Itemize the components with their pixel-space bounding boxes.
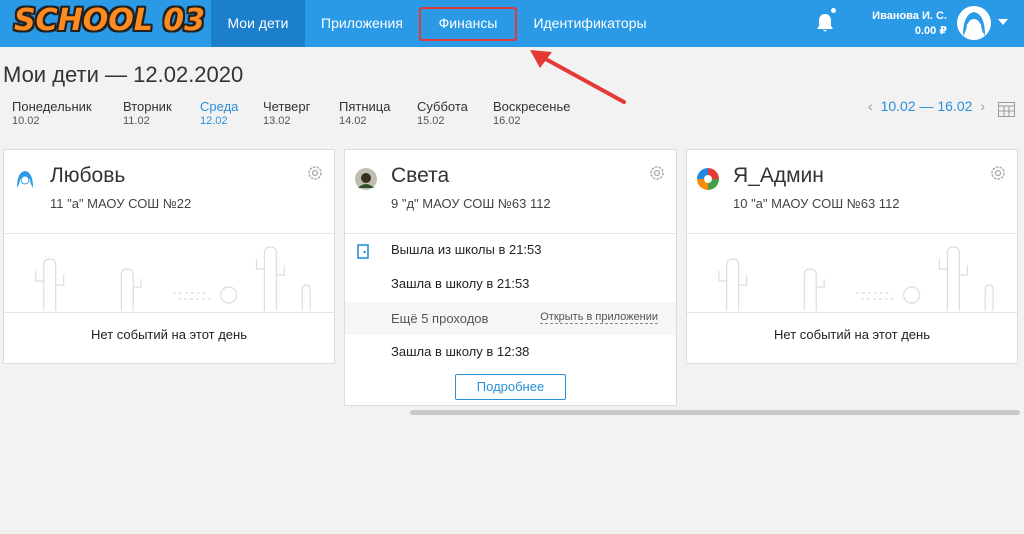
user-balance: 0.00 ₽ [914, 25, 947, 37]
school-logo[interactable]: SCHOOL 03 [14, 3, 205, 38]
day-monday[interactable]: Понедельник 10.02 [12, 99, 92, 127]
child-card-sveta: Света 9 "д" МАОУ СОШ №63 112 Вышла из шк… [344, 149, 677, 406]
child-school: 11 "а" МАОУ СОШ №22 [50, 196, 192, 211]
gear-icon[interactable] [306, 164, 324, 182]
door-exit-icon [357, 244, 369, 259]
open-in-app-link[interactable]: Открыть в приложении [540, 311, 658, 324]
chevron-down-icon[interactable] [998, 19, 1008, 25]
day-friday[interactable]: Пятница 14.02 [339, 99, 390, 127]
day-tuesday[interactable]: Вторник 11.02 [123, 99, 172, 127]
event-item: Вышла из школы в 21:53 [391, 242, 542, 257]
child-name: Любовь [50, 164, 126, 187]
child-school: 10 "а" МАОУ СОШ №63 112 [733, 196, 900, 211]
nav-my-children[interactable]: Мои дети [211, 0, 305, 47]
finance-highlight-box [419, 7, 517, 41]
day-wednesday[interactable]: Среда 12.02 [200, 99, 238, 127]
child-photo-avatar [355, 168, 377, 190]
child-card-admin: Я_Админ 10 "а" МАОУ СОШ №63 112 Нет собы… [686, 149, 1018, 364]
annotation-arrow [530, 50, 626, 104]
child-name: Света [391, 164, 450, 187]
avatar-icon[interactable] [957, 6, 991, 40]
gear-icon[interactable] [648, 164, 666, 182]
empty-desert-illustration [35, 246, 311, 311]
no-events-text: Нет событий на этот день [91, 327, 247, 342]
card-divider [687, 312, 1017, 313]
user-name[interactable]: Иванова И. С. [872, 10, 947, 22]
more-passes-row: Ещё 5 проходов Открыть в приложении [345, 302, 676, 335]
card-header: Я_Админ 10 "а" МАОУ СОШ №63 112 [687, 150, 1017, 234]
chevron-right-icon[interactable]: › [980, 98, 985, 114]
card-divider [4, 312, 334, 313]
day-saturday[interactable]: Суббота 15.02 [417, 99, 468, 127]
calendar-icon[interactable] [998, 101, 1015, 117]
day-thursday[interactable]: Четверг 13.02 [263, 99, 310, 127]
page-title: Мои дети — 12.02.2020 [3, 62, 244, 87]
horizontal-scrollbar[interactable] [410, 410, 1020, 415]
week-range[interactable]: 10.02 — 16.02 [881, 98, 973, 114]
nav-identifiers[interactable]: Идентификаторы [517, 0, 663, 47]
empty-desert-illustration [718, 246, 994, 311]
event-item: Зашла в школу в 12:38 [391, 344, 530, 359]
no-events-text: Нет событий на этот день [774, 327, 930, 342]
details-button[interactable]: Подробнее [455, 374, 566, 400]
notification-dot [831, 8, 836, 13]
child-name: Я_Админ [733, 164, 824, 187]
more-passes-text: Ещё 5 проходов [391, 311, 489, 326]
gear-icon[interactable] [989, 164, 1007, 182]
card-header: Любовь 11 "а" МАОУ СОШ №22 [4, 150, 334, 234]
top-bar: SCHOOL 03 Мои дети Приложения Финансы Ид… [0, 0, 1024, 47]
event-item: Зашла в школу в 21:53 [391, 276, 530, 291]
week-navigator: ‹ 10.02 — 16.02 › [868, 98, 985, 114]
girl-avatar-icon [17, 171, 33, 188]
child-card-lyubov: Любовь 11 "а" МАОУ СОШ №22 Нет событий н… [3, 149, 335, 364]
child-school: 9 "д" МАОУ СОШ №63 112 [391, 196, 551, 211]
day-sunday[interactable]: Воскресенье 16.02 [493, 99, 570, 127]
admin-avatar-icon [697, 168, 719, 190]
card-header: Света 9 "д" МАОУ СОШ №63 112 [345, 150, 676, 234]
chevron-left-icon[interactable]: ‹ [868, 98, 873, 114]
bell-icon[interactable] [815, 12, 835, 34]
nav-applications[interactable]: Приложения [305, 0, 419, 47]
